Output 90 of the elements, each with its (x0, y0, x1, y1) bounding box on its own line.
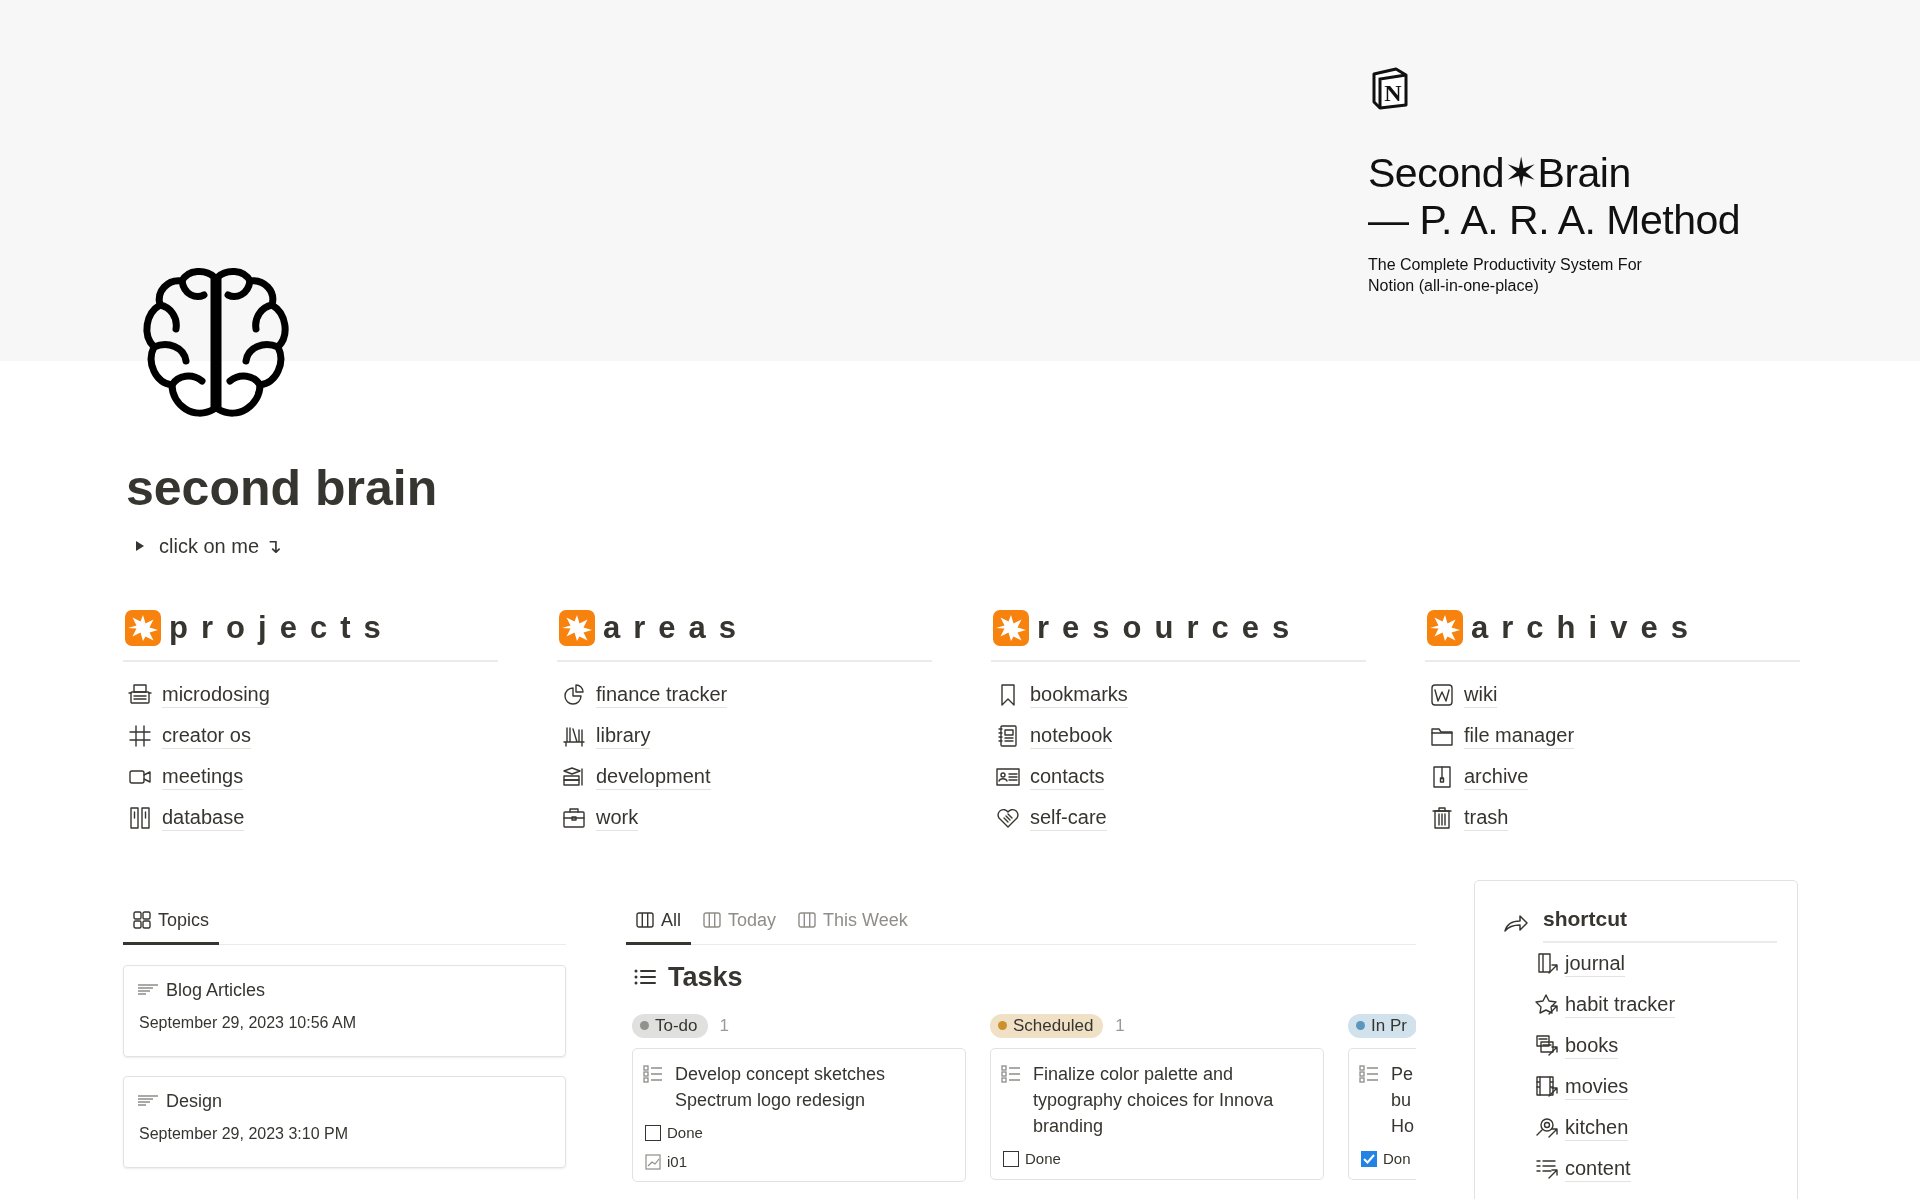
card-title: Pe bu Ho (1391, 1062, 1414, 1138)
count: 1 (719, 1015, 729, 1036)
checklist-icon (1359, 1063, 1379, 1084)
card-title: Design (166, 1089, 223, 1113)
page-link[interactable]: file manager (1464, 722, 1575, 749)
panel-heading: shortcut (1543, 903, 1777, 943)
binder-icon (128, 805, 152, 830)
page-link[interactable]: database (162, 804, 245, 831)
columns-icon (636, 912, 654, 928)
checkbox-label: Done (667, 1122, 703, 1143)
page-link[interactable]: notebook (1030, 722, 1113, 749)
checklist-icon (643, 1063, 663, 1084)
checkbox[interactable] (1003, 1150, 1019, 1167)
checkbox-label: Don (1383, 1148, 1411, 1169)
page-link[interactable]: creator os (162, 722, 251, 749)
view-tab[interactable]: All (626, 900, 691, 945)
bullet-list-icon (634, 967, 656, 986)
section-heading: archives (1471, 609, 1701, 647)
page-link[interactable]: movies (1565, 1073, 1629, 1100)
cover-title: Second✶Brain — P. A. R. A. Method (1368, 150, 1741, 244)
magnifier-arrow-icon (1535, 1115, 1559, 1140)
card-title: Blog Articles (166, 978, 266, 1002)
hashtag-icon (128, 723, 152, 748)
topic-card[interactable]: Blog Articles September 29, 2023 10:56 AM (123, 964, 566, 1057)
task-card[interactable]: Develop concept sketches Spectrum logo redesign Done i01 (632, 1047, 966, 1182)
notebook-icon (996, 723, 1020, 748)
checkbox[interactable] (645, 1124, 661, 1141)
card-date: September 29, 2023 3:10 PM (138, 1123, 350, 1144)
page-link[interactable]: self-care (1030, 804, 1107, 831)
view-tab[interactable]: Topics (123, 900, 220, 945)
card-title: Develop concept sketches Spectrum logo redesign (675, 1062, 887, 1112)
lines-icon (138, 982, 158, 997)
typewriter-icon (128, 682, 152, 707)
toggle-label: click on me ↴ (159, 534, 282, 559)
status-label: Scheduled (1013, 1014, 1094, 1037)
task-card[interactable]: Pe bu Ho Don (1348, 1047, 1416, 1180)
card-title: Finalize color palette and typography choices for Innova branding (1033, 1062, 1275, 1138)
checklist-icon (1001, 1063, 1021, 1084)
status-label: To-do (655, 1014, 698, 1037)
section-heading: projects (169, 609, 394, 647)
task-card[interactable]: Finalize color palette and typography choices for Innova branding Done (990, 1047, 1324, 1180)
page-link[interactable]: habit tracker (1565, 991, 1676, 1018)
page-link[interactable]: wiki (1464, 681, 1498, 708)
pie-chart-icon (562, 682, 586, 707)
zipper-file-icon (1430, 764, 1454, 789)
database-title: Tasks (668, 960, 743, 994)
columns-icon (703, 912, 721, 928)
card-date: September 29, 2023 10:56 AM (138, 1012, 358, 1033)
star-arrow-icon (1535, 992, 1559, 1017)
property-value: i01 (667, 1152, 688, 1171)
sparkle-icon (993, 610, 1029, 646)
page-link[interactable]: bookmarks (1030, 681, 1128, 708)
briefcase-icon (562, 805, 586, 830)
books-arrow-icon (1535, 1033, 1559, 1058)
columns-icon (798, 912, 817, 928)
page-link[interactable]: journal (1565, 950, 1626, 977)
page-link[interactable]: contacts (1030, 763, 1105, 790)
books-and-pencil-icon (562, 764, 586, 789)
share-arrow-icon (1503, 913, 1529, 933)
notebook-arrow-icon (1535, 951, 1559, 976)
sparkle-icon (1427, 610, 1463, 646)
page-link[interactable]: microdosing (162, 681, 270, 708)
lines-icon (138, 1093, 158, 1108)
page-link[interactable]: library (596, 722, 651, 749)
grid-icon (133, 911, 151, 929)
page-link[interactable]: meetings (162, 763, 244, 790)
page-link[interactable]: work (596, 804, 639, 831)
checkbox-label: Done (1025, 1148, 1061, 1169)
chart-icon (645, 1153, 661, 1170)
page-link[interactable]: development (596, 763, 711, 790)
cover-subtitle: The Complete Productivity System For Notion (all-in-one-place) (1368, 255, 1642, 296)
checkbox[interactable] (1361, 1150, 1377, 1167)
count: 1 (1115, 1015, 1125, 1036)
page-link[interactable]: content (1565, 1155, 1631, 1182)
trash-icon (1430, 805, 1454, 830)
status-label: In Pr (1371, 1014, 1407, 1037)
page-link[interactable]: books (1565, 1032, 1619, 1059)
letter-w-icon (1430, 682, 1454, 707)
sparkle-icon (125, 610, 161, 646)
section-heading: areas (603, 609, 750, 647)
page-link[interactable]: archive (1464, 763, 1529, 790)
toggle-block[interactable]: click on me ↴ (133, 532, 282, 560)
page-link[interactable]: finance tracker (596, 681, 728, 708)
film-strip-arrow-icon (1535, 1074, 1559, 1099)
page-link[interactable]: kitchen (1565, 1114, 1629, 1141)
page-title: second brain (126, 459, 438, 518)
page-link[interactable]: trash (1464, 804, 1509, 831)
topic-card[interactable]: Design September 29, 2023 3:10 PM (123, 1075, 566, 1168)
section-heading: resources (1037, 609, 1303, 647)
sparkle-icon (559, 610, 595, 646)
